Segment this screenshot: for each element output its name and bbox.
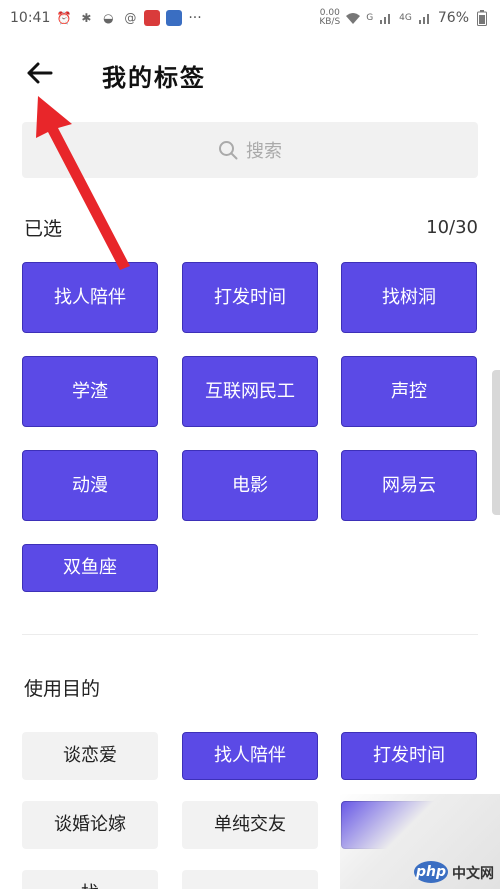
bluetooth-icon: ✱ [81, 11, 92, 25]
signal-icon-2 [417, 10, 433, 26]
back-button[interactable] [22, 56, 56, 90]
signal-label-2: 4G [399, 12, 412, 23]
purpose-tag[interactable]: 谈婚论嫁 [22, 801, 158, 849]
selected-section-header: 已选 10/30 [24, 214, 478, 241]
app-notification-icon [144, 10, 161, 26]
selected-tag[interactable]: 打发时间 [182, 262, 318, 333]
weibo-icon: @ [124, 11, 137, 25]
selected-tag[interactable]: 互联网民工 [182, 356, 318, 427]
signal-label-1: G [366, 12, 374, 23]
watermark: php 中文网 [340, 794, 500, 889]
shield-app-icon [166, 10, 183, 26]
selected-tag[interactable]: 动漫 [22, 450, 158, 521]
status-bar: 10:41 ⏰ ✱ ◒ @ ··· 0.00 KB/S G 4G 76% [0, 0, 500, 36]
section-divider [22, 634, 478, 635]
search-icon [219, 141, 238, 160]
search-input[interactable]: 搜索 [22, 122, 478, 178]
selected-tag[interactable]: 双鱼座 [22, 544, 158, 592]
watermark-logo: php [414, 861, 448, 883]
selected-tag[interactable]: 电影 [182, 450, 318, 521]
battery-percent: 76% [437, 10, 469, 26]
selected-tag[interactable]: 网易云 [341, 450, 477, 521]
selected-tag[interactable]: 找树洞 [341, 262, 477, 333]
purpose-label: 使用目的 [24, 678, 101, 700]
purpose-tag[interactable]: 单纯交友 [182, 801, 318, 849]
alarm-icon: ⏰ [56, 11, 72, 25]
selected-tag[interactable]: 声控 [341, 356, 477, 427]
selected-count: 10/30 [426, 217, 478, 238]
net-speed-unit: KB/S [319, 17, 341, 27]
arrow-left-icon [27, 62, 53, 84]
qq-icon: ◒ [103, 11, 114, 25]
more-notifications-icon: ··· [188, 10, 202, 26]
search-placeholder: 搜索 [246, 141, 282, 162]
header: 我的标签 [0, 44, 500, 100]
battery-icon [474, 10, 490, 26]
selected-tag[interactable]: 学渣 [22, 356, 158, 427]
network-speed: 0.00 KB/S [319, 9, 340, 27]
wifi-icon [345, 10, 361, 26]
purpose-tag[interactable]: 找人陪伴 [182, 732, 318, 780]
page-title: 我的标签 [102, 64, 206, 92]
purpose-tag[interactable]: 打发时间 [341, 732, 477, 780]
watermark-text: 中文网 [452, 866, 494, 882]
status-time: 10:41 [10, 10, 51, 26]
purpose-tag[interactable]: 谈恋爱 [22, 732, 158, 780]
purpose-tag[interactable]: 找 [22, 870, 158, 889]
scrollbar[interactable] [492, 370, 500, 515]
purpose-section-header: 使用目的 [24, 674, 478, 701]
selected-label: 已选 [24, 218, 63, 240]
selected-tag[interactable]: 找人陪伴 [22, 262, 158, 333]
signal-icon [378, 10, 394, 26]
purpose-tag-partial[interactable] [182, 870, 318, 889]
